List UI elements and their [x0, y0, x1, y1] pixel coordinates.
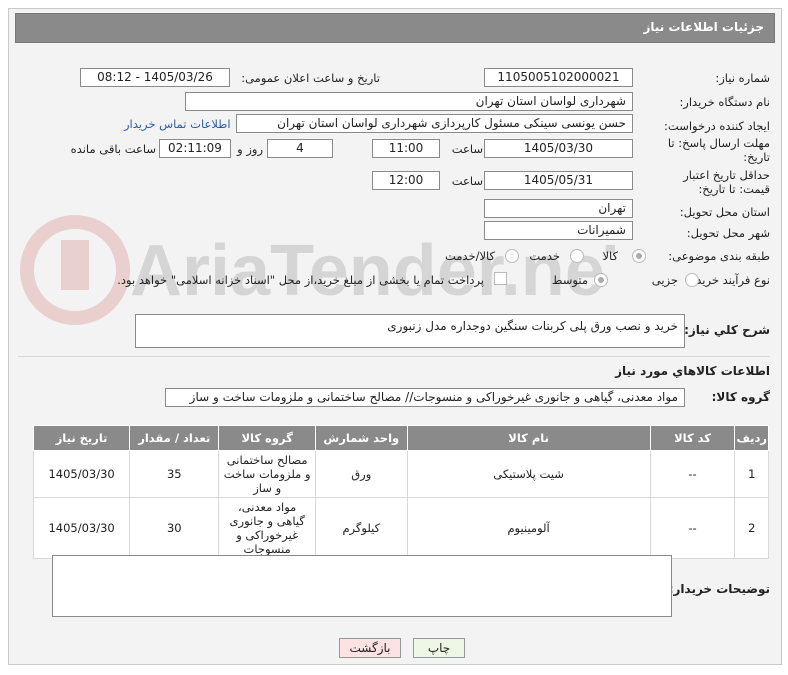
province-field: تهران [484, 199, 633, 218]
table-header-row: ردیف کد کالا نام کالا واحد شمارش گروه کا… [32, 425, 769, 451]
buyer-org-label: نام دستگاه خریدار: [679, 95, 770, 109]
announce-field: 1405/03/26 - 08:12 [80, 68, 230, 87]
cell-unit: کیلوگرم [315, 497, 408, 559]
category-both-radio[interactable] [505, 249, 519, 263]
category-goods-radio[interactable] [632, 249, 646, 263]
category-service-radio[interactable] [570, 249, 584, 263]
remaining-time-field: 02:11:09 [159, 139, 231, 158]
col-group: گروه کالا [218, 425, 317, 451]
goods-group-label: گروه کالا: [711, 390, 770, 404]
city-label: شهر محل تحویل: [686, 226, 770, 240]
category-goods-label: کالا [602, 249, 618, 263]
province-label: استان محل تحویل: [679, 205, 770, 219]
cell-date: 1405/03/30 [32, 450, 131, 498]
price-time-field: 12:00 [372, 171, 440, 190]
process-medium-radio[interactable] [594, 273, 608, 287]
cell-qty: 35 [129, 450, 220, 498]
col-row: ردیف [734, 425, 769, 451]
announce-label: تاریخ و ساعت اعلان عمومی: [241, 71, 380, 85]
reply-deadline-label: مهلت ارسال پاسخ: تا تاریخ: [667, 136, 770, 164]
cell-group: مواد معدنی، گیاهی و جانوری غیرخوراکی و م… [218, 497, 317, 559]
buyer-notes-label: توضیحات خریدار: [668, 582, 770, 596]
buyer-org-field: شهرداری لواسان استان تهران [185, 92, 633, 111]
col-date: تاریخ نیاز [32, 425, 131, 451]
buyer-contact-link[interactable]: اطلاعات تماس خریدار [124, 117, 231, 131]
panel-title: جزئیات اطلاعات نیاز [643, 20, 764, 34]
days-label: روز و [237, 142, 263, 156]
buyer-notes-textarea[interactable] [52, 555, 672, 617]
goods-table: ردیف کد کالا نام کالا واحد شمارش گروه کا… [32, 425, 769, 559]
category-service-label: خدمت [529, 249, 560, 263]
min-price-label: حداقل تاریخ اعتبار قیمت: تا تاریخ: [683, 168, 770, 196]
treasury-payment-note: پرداخت تمام یا بخشی از مبلغ خرید،از محل … [117, 273, 484, 287]
print-button[interactable]: چاپ [413, 638, 465, 658]
col-name: نام کالا [406, 425, 651, 451]
treasury-payment-checkbox[interactable] [494, 272, 507, 285]
cell-unit: ورق [315, 450, 408, 498]
days-field: 4 [267, 139, 333, 158]
creator-field: حسن یونسی سینکی مسئول کارپردازی شهرداری … [236, 114, 633, 133]
process-minor-radio[interactable] [685, 273, 699, 287]
divider [18, 356, 770, 357]
process-medium-label: متوسط [551, 273, 588, 287]
city-field: شمیرانات [484, 221, 633, 240]
cell-qty: 30 [129, 497, 220, 559]
creator-label: ایجاد کننده درخواست: [664, 119, 770, 133]
reply-time-field: 11:00 [372, 139, 440, 158]
remaining-label: ساعت باقی مانده [70, 142, 156, 156]
goods-group-field: مواد معدنی، گیاهی و جانوری غیرخوراکی و م… [165, 388, 685, 407]
price-time-label: ساعت [451, 174, 483, 188]
reply-time-label: ساعت [451, 142, 483, 156]
cell-code: -- [649, 450, 736, 498]
cell-group: مصالح ساختمانی و ملزومات ساخت و ساز [218, 450, 317, 498]
process-label: نوع فرآیند خرید : [688, 273, 770, 287]
cell-row: 1 [734, 450, 769, 498]
price-date-field: 1405/05/31 [484, 171, 633, 190]
category-label: طبقه بندی موضوعی: [668, 249, 770, 263]
col-unit: واحد شمارش [315, 425, 408, 451]
need-number-label: شماره نیاز: [715, 71, 770, 85]
cell-code: -- [649, 497, 736, 559]
panel-header: جزئیات اطلاعات نیاز [15, 13, 775, 43]
col-qty: تعداد / مقدار [129, 425, 220, 451]
table-row: 1 -- شیت پلاستیکی ورق مصالح ساختمانی و م… [32, 450, 769, 498]
cell-name: آلومینیوم [406, 497, 651, 559]
cell-row: 2 [734, 497, 769, 559]
reply-date-field: 1405/03/30 [484, 139, 633, 158]
summary-textarea[interactable]: خرید و نصب ورق پلی کربنات سنگین دوجداره … [135, 314, 685, 348]
col-code: کد کالا [649, 425, 736, 451]
need-number-field: 1105005102000021 [484, 68, 633, 87]
cell-date: 1405/03/30 [32, 497, 131, 559]
category-both-label: کالا/خدمت [444, 249, 495, 263]
table-row: 2 -- آلومینیوم کیلوگرم مواد معدنی، گیاهی… [32, 497, 769, 559]
process-minor-label: جزیی [651, 273, 678, 287]
goods-section-title: اطلاعات کالاهاي مورد نياز [615, 364, 770, 378]
cell-name: شیت پلاستیکی [406, 450, 651, 498]
summary-text: خرید و نصب ورق پلی کربنات سنگین دوجداره … [387, 319, 678, 333]
back-button[interactable]: بازگشت [339, 638, 401, 658]
summary-label: شرح کلي نياز: [684, 323, 770, 337]
